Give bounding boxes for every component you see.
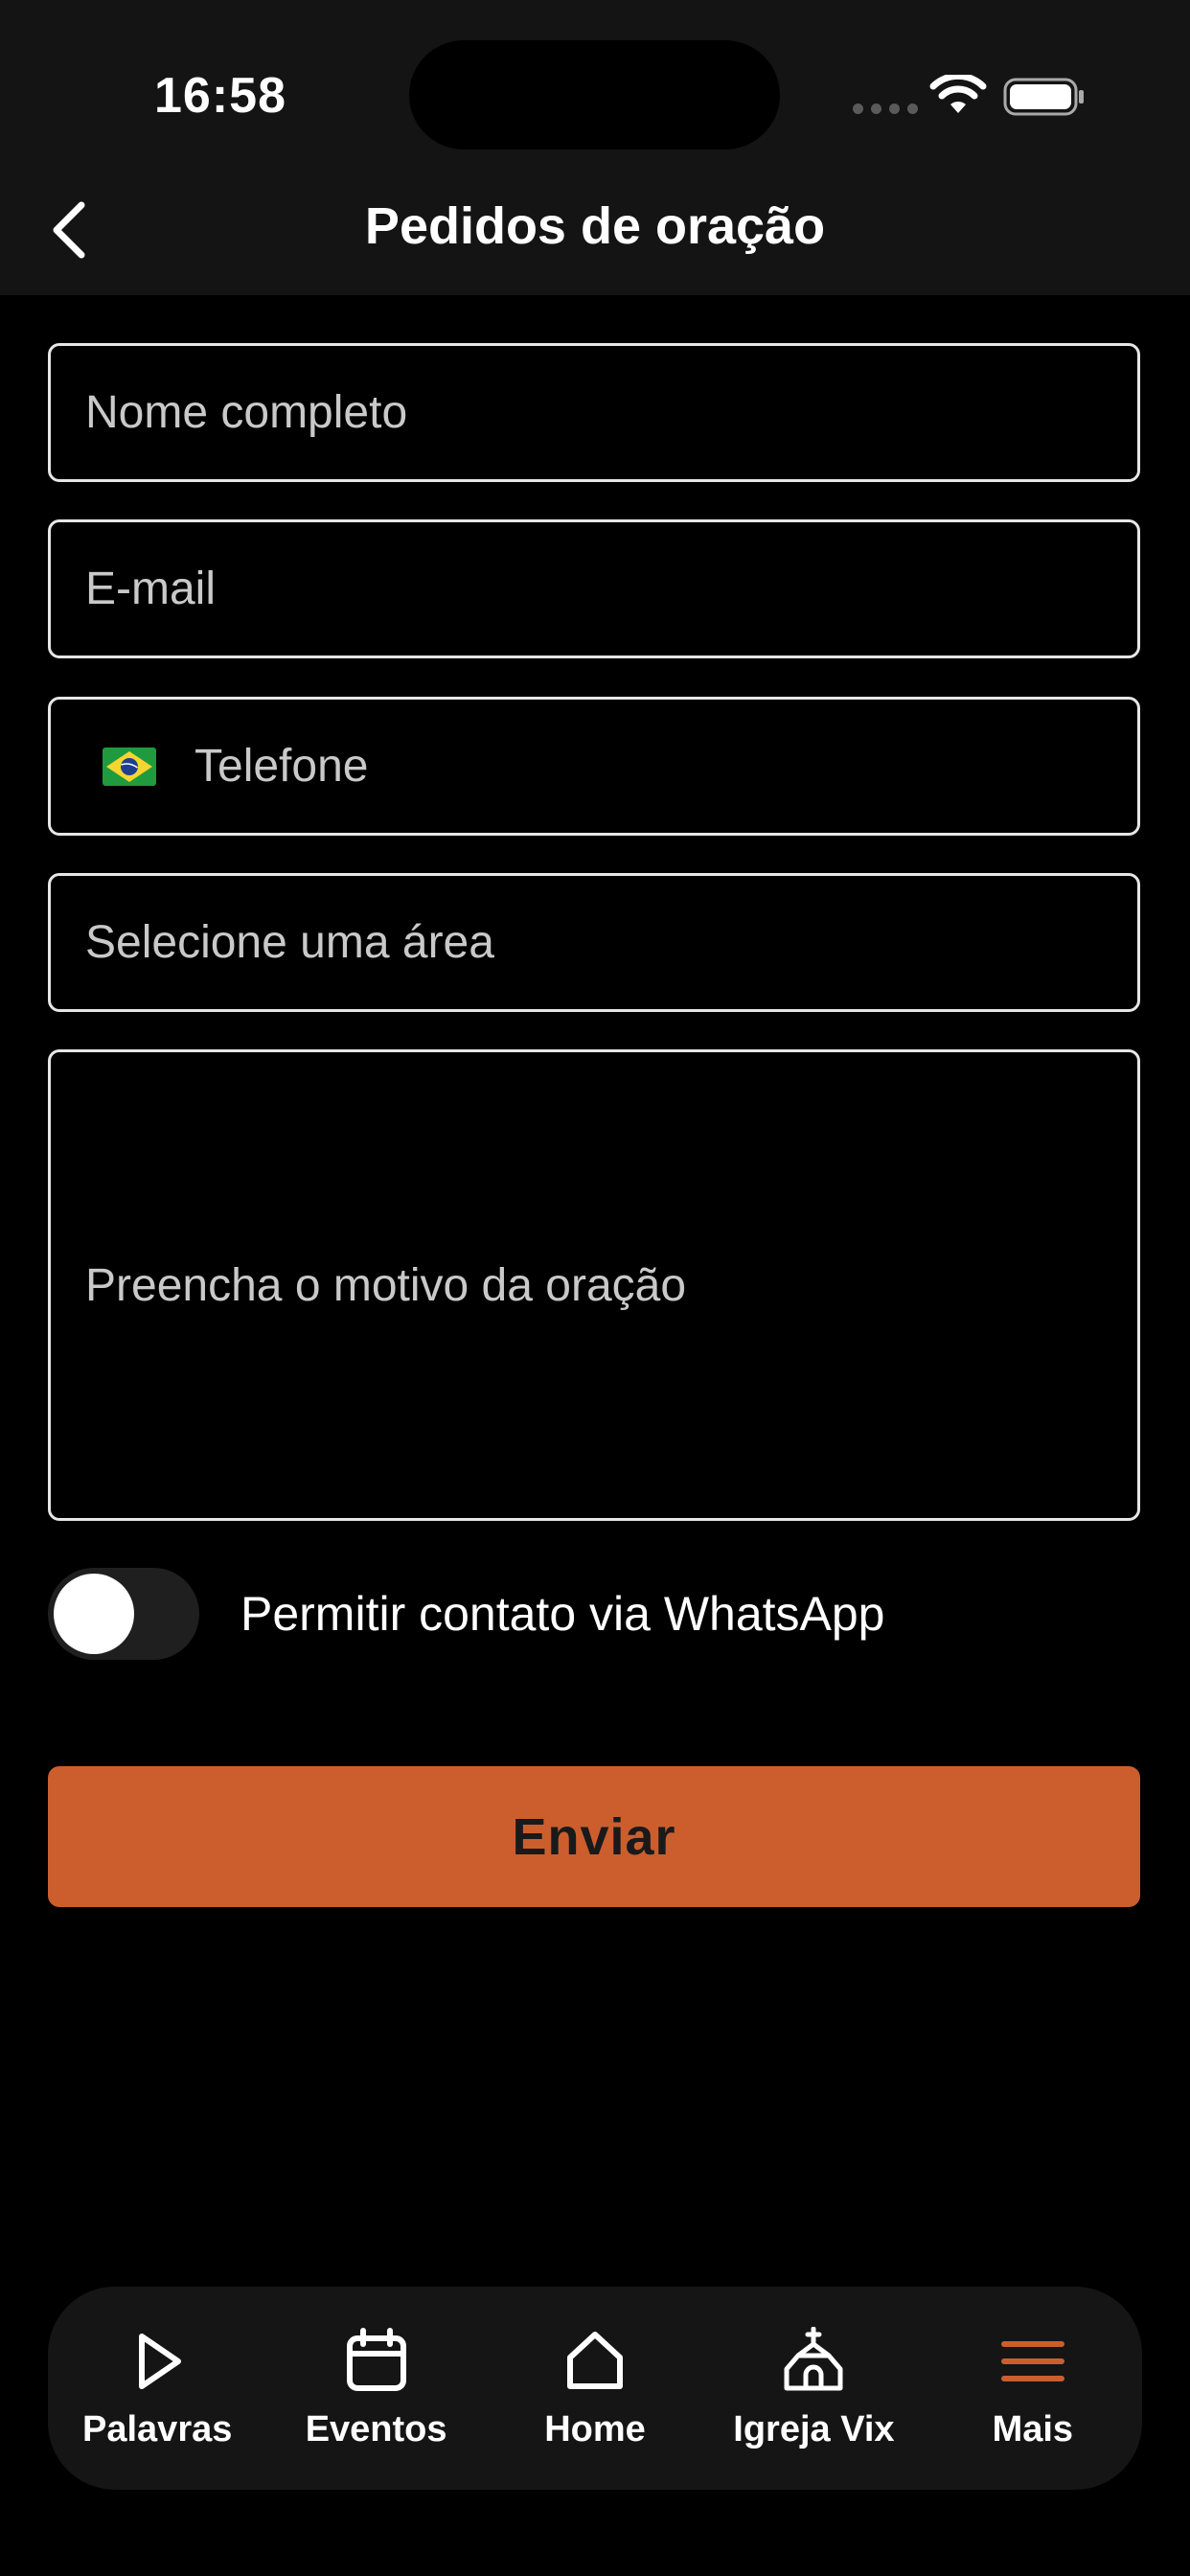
tab-eventos[interactable]: Eventos xyxy=(266,2287,485,2490)
toggle-knob xyxy=(54,1574,134,1654)
whatsapp-toggle-label: Permitir contato via WhatsApp xyxy=(240,1587,885,1641)
reason-placeholder: Preencha o motivo da oração xyxy=(85,1259,687,1311)
tab-label-eventos: Eventos xyxy=(305,2409,447,2450)
whatsapp-toggle[interactable] xyxy=(48,1568,199,1660)
name-field[interactable]: Nome completo xyxy=(48,343,1140,482)
phone-placeholder: Telefone xyxy=(195,741,369,792)
area-select[interactable]: Selecione uma área xyxy=(48,873,1140,1012)
church-icon xyxy=(784,2327,843,2391)
page-title: Pedidos de oração xyxy=(364,197,826,255)
submit-button[interactable]: Enviar xyxy=(48,1766,1140,1907)
area-placeholder: Selecione uma área xyxy=(85,917,494,968)
phone-field[interactable]: Telefone xyxy=(48,697,1140,836)
cellular-signal-icon xyxy=(853,104,918,114)
home-icon xyxy=(567,2332,624,2389)
reason-textarea[interactable]: Preencha o motivo da oração xyxy=(48,1049,1140,1521)
dynamic-island xyxy=(409,40,780,150)
tab-label-mais: Mais xyxy=(992,2409,1074,2450)
status-time: 16:58 xyxy=(154,68,286,124)
name-placeholder: Nome completo xyxy=(85,387,408,438)
menu-icon xyxy=(1000,2341,1064,2381)
tab-mais[interactable]: Mais xyxy=(924,2287,1142,2490)
wifi-icon xyxy=(929,75,987,113)
tab-home[interactable]: Home xyxy=(486,2287,704,2490)
email-field[interactable]: E-mail xyxy=(48,519,1140,658)
tab-label-igreja-vix: Igreja Vix xyxy=(733,2409,895,2450)
bottom-tab-bar: Palavras Eventos Home Igreja Vix Mais xyxy=(48,2287,1142,2490)
top-bar: 16:58 Pedidos de oração xyxy=(0,0,1190,295)
tab-igreja-vix[interactable]: Igreja Vix xyxy=(704,2287,923,2490)
battery-icon xyxy=(1003,78,1084,116)
tab-palavras[interactable]: Palavras xyxy=(48,2287,266,2490)
play-icon xyxy=(139,2334,182,2389)
brazil-flag-icon[interactable] xyxy=(103,747,156,786)
tab-label-home: Home xyxy=(544,2409,646,2450)
email-placeholder: E-mail xyxy=(85,564,217,614)
tab-label-palavras: Palavras xyxy=(82,2409,233,2450)
calendar-icon xyxy=(346,2328,406,2391)
